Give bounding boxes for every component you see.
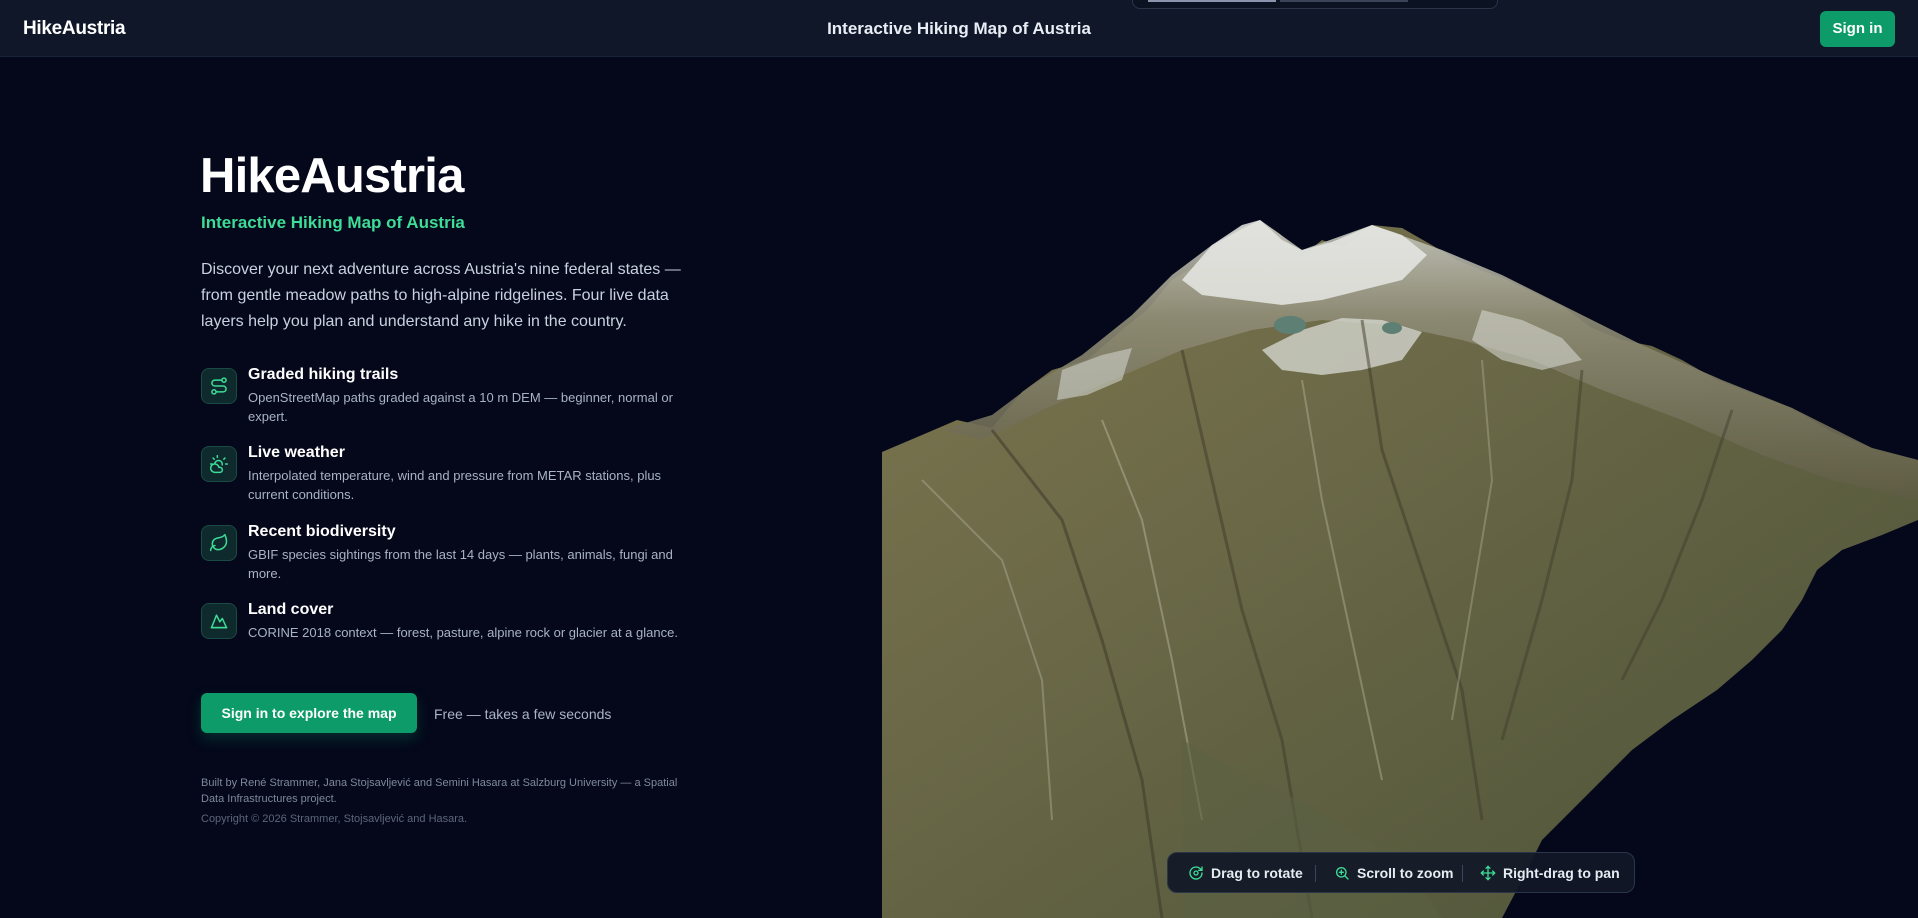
cta-note: Free — takes a few seconds bbox=[434, 706, 612, 722]
rotate-icon bbox=[1189, 866, 1203, 880]
divider bbox=[1462, 865, 1463, 882]
feature-description: GBIF species sightings from the last 14 … bbox=[248, 547, 673, 581]
browser-tab-strip bbox=[1132, 0, 1498, 9]
hint-rotate: Drag to rotate bbox=[1188, 865, 1303, 881]
hero-description: Discover your next adventure across Aust… bbox=[201, 261, 681, 330]
sun-cloud-icon bbox=[201, 446, 237, 482]
mountain-icon bbox=[201, 603, 237, 639]
zoom-icon bbox=[1336, 867, 1349, 880]
sign-in-button[interactable]: Sign in bbox=[1820, 11, 1895, 47]
hint-label: Drag to rotate bbox=[1211, 865, 1303, 881]
hint-pan: Right-drag to pan bbox=[1480, 865, 1620, 881]
hero-subtitle: Interactive Hiking Map of Austria bbox=[201, 213, 465, 232]
feature-title: Live weather bbox=[248, 444, 345, 461]
feature-title: Recent biodiversity bbox=[248, 523, 396, 540]
feature-description: Interpolated temperature, wind and press… bbox=[248, 468, 662, 502]
feature-title: Graded hiking trails bbox=[248, 366, 399, 383]
map-controls-hint: Drag to rotate Scroll to zoom Right-drag… bbox=[1167, 852, 1635, 893]
route-icon bbox=[201, 368, 237, 404]
feature-description: OpenStreetMap paths graded against a 10 … bbox=[248, 390, 673, 424]
move-icon bbox=[1480, 865, 1496, 881]
feature-description: CORINE 2018 context — forest, pasture, a… bbox=[248, 625, 678, 640]
page-title: Interactive Hiking Map of Austria bbox=[827, 19, 1091, 38]
terrain-map-3d[interactable] bbox=[882, 220, 1918, 918]
explore-map-button[interactable]: Sign in to explore the map bbox=[201, 693, 417, 733]
hint-label: Scroll to zoom bbox=[1357, 865, 1454, 881]
credit-text: Built by René Strammer, Jana Stojsavljev… bbox=[201, 777, 678, 805]
hint-label: Right-drag to pan bbox=[1503, 865, 1620, 881]
feature-title: Land cover bbox=[248, 601, 334, 618]
tab-indicator bbox=[1280, 0, 1408, 2]
divider bbox=[1315, 865, 1316, 882]
hero-title: HikeAustria bbox=[200, 149, 464, 203]
tab-indicator-active bbox=[1148, 0, 1276, 2]
hint-zoom: Scroll to zoom bbox=[1334, 865, 1453, 881]
leaf-icon bbox=[201, 525, 237, 561]
copyright-text: Copyright © 2026 Strammer, Stojsavljević… bbox=[201, 813, 468, 825]
top-bar: HikeAustria Interactive Hiking Map of Au… bbox=[0, 0, 1918, 57]
